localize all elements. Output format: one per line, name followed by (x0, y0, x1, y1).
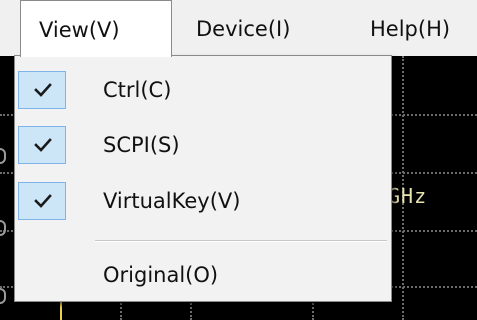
checkmark-icon (34, 83, 52, 97)
menu-separator (95, 240, 387, 242)
application-window: GHz View(V) Device(I) Help(H) Ctrl(C) SC… (0, 0, 477, 320)
menu-item-label: SCPI(S) (103, 133, 180, 157)
axis-marker (0, 220, 6, 236)
check-indicator (18, 182, 66, 220)
menu-bar: View(V) Device(I) Help(H) (0, 0, 477, 57)
check-indicator (18, 126, 66, 164)
menu-item-ctrl[interactable]: Ctrl(C) (15, 63, 391, 117)
checkmark-icon (34, 138, 52, 152)
menu-help[interactable]: Help(H) (360, 0, 460, 56)
view-dropdown-menu: Ctrl(C) SCPI(S) VirtualKey(V) Original(O… (14, 55, 392, 302)
axis-marker (0, 148, 6, 164)
menu-device[interactable]: Device(I) (186, 0, 300, 56)
axis-marker (0, 288, 6, 304)
menu-item-label: Original(O) (103, 263, 219, 287)
menu-item-original[interactable]: Original(O) (15, 248, 391, 302)
menu-item-scpi[interactable]: SCPI(S) (15, 118, 391, 172)
menu-view[interactable]: View(V) (20, 0, 172, 57)
frequency-unit-label: GHz (388, 184, 428, 208)
checkmark-icon (34, 194, 52, 208)
menu-item-label: Ctrl(C) (103, 78, 172, 102)
menu-item-virtualkey[interactable]: VirtualKey(V) (15, 174, 391, 228)
check-indicator (18, 71, 66, 109)
menu-item-label: VirtualKey(V) (103, 189, 241, 213)
